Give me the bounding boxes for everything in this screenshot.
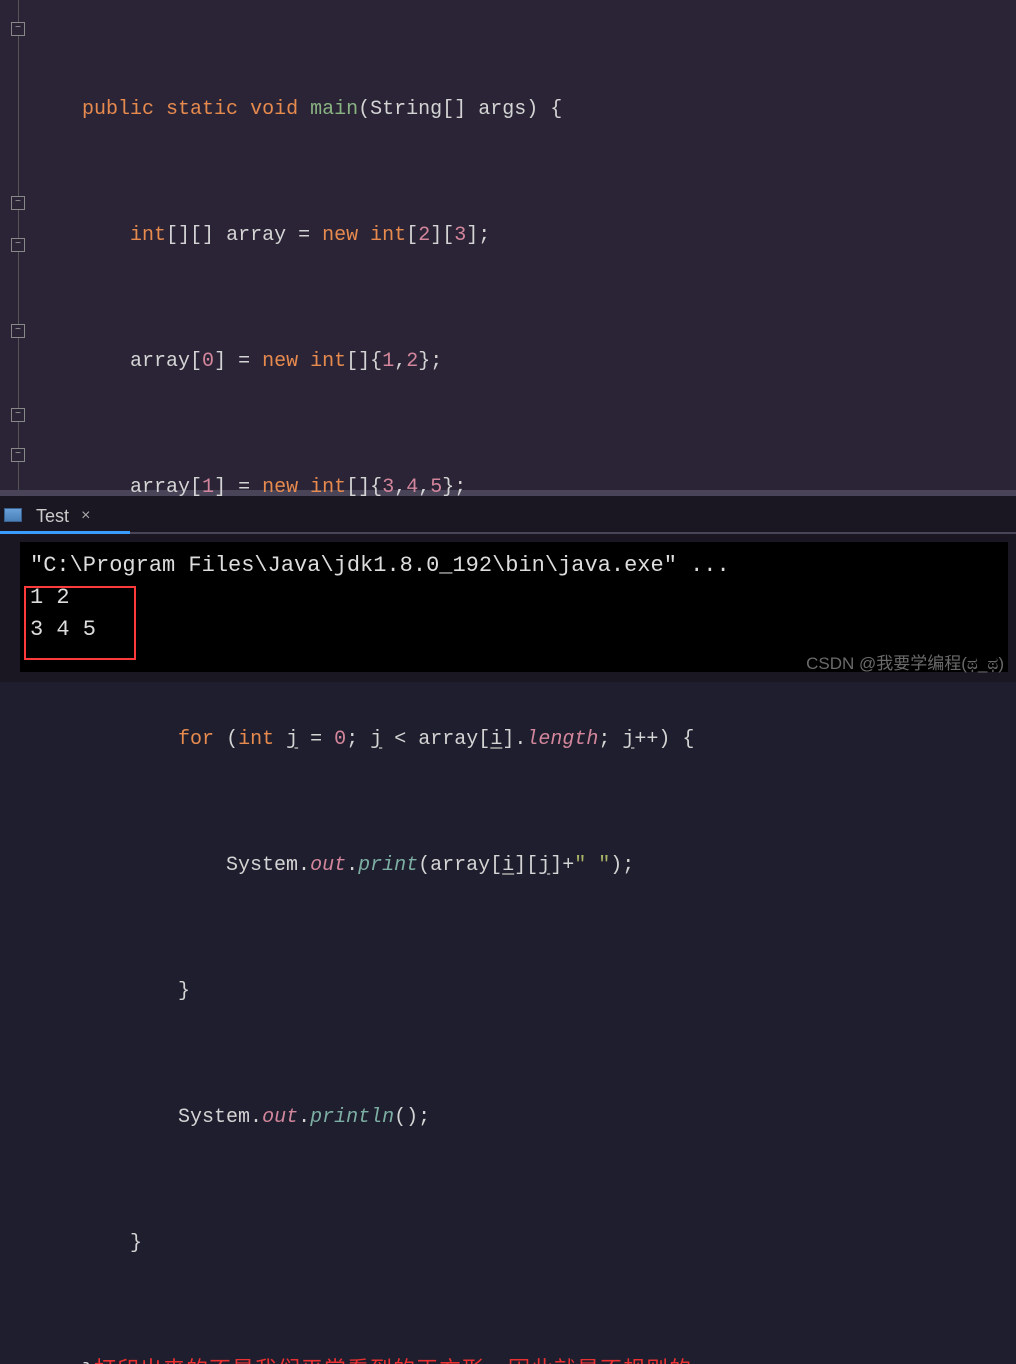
fold-marker-icon[interactable]	[11, 238, 25, 252]
gutter	[0, 0, 30, 490]
console-command: "C:\Program Files\Java\jdk1.8.0_192\bin\…	[30, 550, 998, 582]
fold-marker-icon[interactable]	[11, 22, 25, 36]
code-content[interactable]: public static void main(String[] args) {…	[30, 0, 1016, 490]
code-line: }	[30, 1223, 1016, 1265]
code-line: System.out.println();	[30, 1097, 1016, 1139]
code-line: array[1] = new int[]{3,4,5};	[30, 467, 1016, 509]
fold-marker-icon[interactable]	[11, 408, 25, 422]
code-line: System.out.print(array[i][j]+" ");	[30, 845, 1016, 887]
code-editor[interactable]: public static void main(String[] args) {…	[0, 0, 1016, 490]
output-line: 1 2	[30, 582, 998, 614]
fold-marker-icon[interactable]	[11, 324, 25, 338]
watermark: CSDN @我要学编程(ಥ_ಥ)	[806, 649, 1004, 674]
fold-marker-icon[interactable]	[11, 196, 25, 210]
code-line: for (int j = 0; j < array[i].length; j++…	[30, 719, 1016, 761]
run-config-icon	[4, 508, 22, 522]
highlight-box	[24, 586, 136, 660]
code-line: }打印出来的不是我们平常看到的正方形，因此就是不规则的	[30, 1349, 1016, 1364]
annotation-text: 打印出来的不是我们平常看到的正方形，因此就是不规则的	[94, 1357, 692, 1364]
fold-marker-icon[interactable]	[11, 448, 25, 462]
code-line: array[0] = new int[]{1,2};	[30, 341, 1016, 383]
code-line: public static void main(String[] args) {	[30, 89, 1016, 131]
code-line: }	[30, 971, 1016, 1013]
code-line: int[][] array = new int[2][3];	[30, 215, 1016, 257]
output-line: 3 4 5	[30, 614, 998, 646]
